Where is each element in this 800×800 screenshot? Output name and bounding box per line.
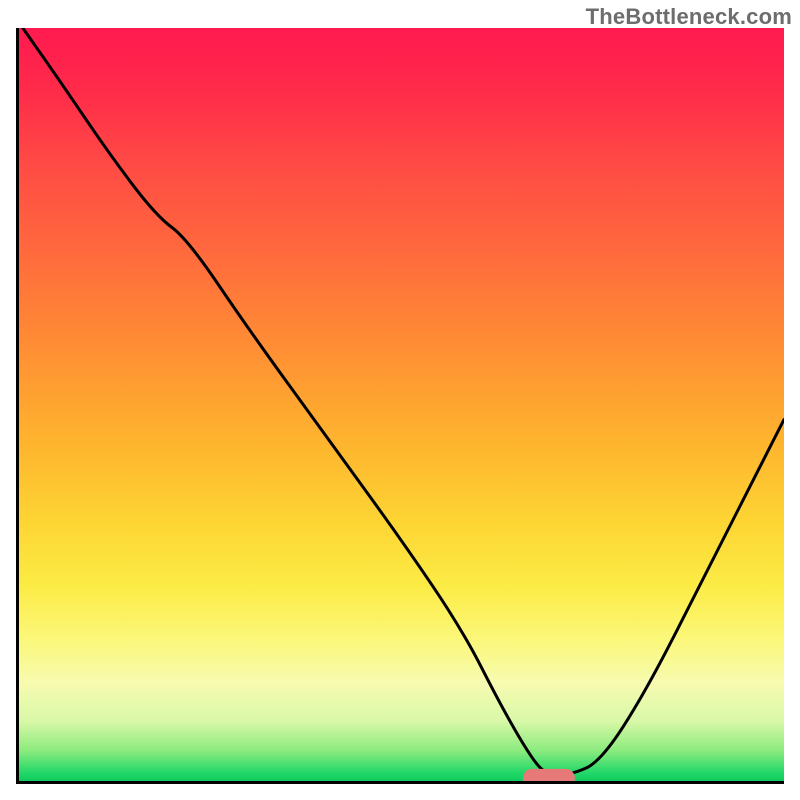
optimum-marker [523, 769, 575, 784]
bottleneck-curve-path [23, 28, 784, 775]
plot-area [16, 28, 784, 784]
watermark-text: TheBottleneck.com [586, 4, 792, 30]
chart-container: TheBottleneck.com [0, 0, 800, 800]
curve-svg [19, 28, 784, 781]
